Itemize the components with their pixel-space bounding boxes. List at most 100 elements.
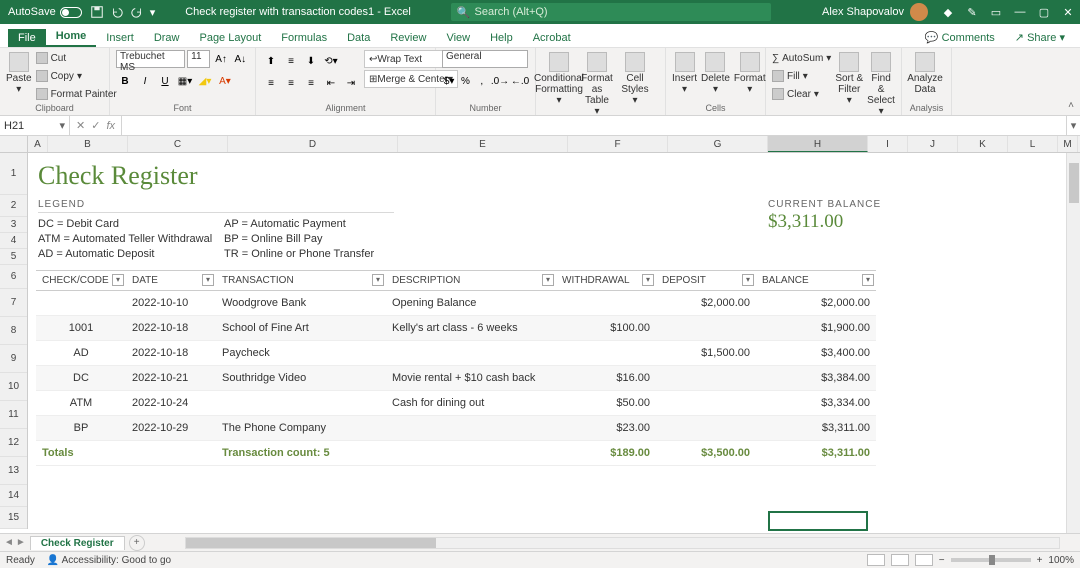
qat-dropdown-icon[interactable]: ▾ bbox=[150, 6, 156, 19]
increase-decimal-button[interactable]: .0→ bbox=[491, 72, 509, 90]
table-header[interactable]: DESCRIPTION▾ bbox=[386, 271, 556, 291]
filter-dropdown-icon[interactable]: ▾ bbox=[542, 274, 554, 286]
table-row[interactable]: 10012022-10-18School of Fine ArtKelly's … bbox=[36, 316, 876, 341]
zoom-in-button[interactable]: + bbox=[1037, 555, 1043, 566]
row-header-6[interactable]: 6 bbox=[0, 265, 27, 289]
vertical-scrollbar[interactable] bbox=[1066, 153, 1080, 533]
save-icon[interactable] bbox=[90, 5, 104, 19]
row-header-13[interactable]: 13 bbox=[0, 457, 27, 485]
align-top-button[interactable]: ⬆ bbox=[262, 52, 280, 70]
table-row[interactable]: BP2022-10-29The Phone Company$23.00$3,31… bbox=[36, 416, 876, 441]
align-left-button[interactable]: ≡ bbox=[262, 74, 280, 92]
tab-help[interactable]: Help bbox=[480, 29, 523, 47]
tab-home[interactable]: Home bbox=[46, 27, 97, 47]
table-header[interactable]: DEPOSIT▾ bbox=[656, 271, 756, 291]
row-header-9[interactable]: 9 bbox=[0, 345, 27, 373]
delete-cells-button[interactable]: Delete▾ bbox=[701, 50, 730, 95]
filter-dropdown-icon[interactable]: ▾ bbox=[742, 274, 754, 286]
col-header-F[interactable]: F bbox=[568, 136, 668, 152]
autosum-button[interactable]: ∑AutoSum ▾ bbox=[772, 50, 831, 66]
align-right-button[interactable]: ≡ bbox=[302, 74, 320, 92]
table-header[interactable]: DATE▾ bbox=[126, 271, 216, 291]
table-header[interactable]: BALANCE▾ bbox=[756, 271, 876, 291]
table-row[interactable]: 2022-10-10Woodgrove BankOpening Balance$… bbox=[36, 291, 876, 316]
conditional-formatting-button[interactable]: Conditional Formatting▾ bbox=[542, 50, 576, 106]
italic-button[interactable]: I bbox=[136, 72, 154, 90]
col-header-B[interactable]: B bbox=[48, 136, 128, 152]
col-header-A[interactable]: A bbox=[28, 136, 48, 152]
fill-button[interactable]: Fill ▾ bbox=[772, 68, 831, 84]
font-name-select[interactable]: Trebuchet MS bbox=[116, 50, 185, 68]
tab-page-layout[interactable]: Page Layout bbox=[189, 29, 271, 47]
horizontal-scrollbar[interactable] bbox=[185, 537, 1060, 549]
page-break-view-button[interactable] bbox=[915, 554, 933, 566]
col-header-C[interactable]: C bbox=[128, 136, 228, 152]
accounting-button[interactable]: $▾ bbox=[442, 72, 456, 90]
filter-dropdown-icon[interactable]: ▾ bbox=[372, 274, 384, 286]
border-button[interactable]: ▦▾ bbox=[176, 72, 194, 90]
font-color-button[interactable]: A▾ bbox=[216, 72, 234, 90]
cancel-formula-icon[interactable]: ✕ bbox=[76, 119, 85, 132]
format-cells-button[interactable]: Format▾ bbox=[734, 50, 766, 95]
search-box[interactable]: 🔍 Search (Alt+Q) bbox=[451, 3, 771, 21]
row-header-3[interactable]: 3 bbox=[0, 217, 27, 233]
table-header[interactable]: WITHDRAWAL▾ bbox=[556, 271, 656, 291]
table-row[interactable]: ATM2022-10-24Cash for dining out$50.00$3… bbox=[36, 391, 876, 416]
collapse-ribbon-icon[interactable]: ˄ bbox=[1068, 100, 1074, 111]
increase-font-button[interactable]: A↑ bbox=[212, 50, 229, 68]
user-account[interactable]: Alex Shapovalov bbox=[822, 3, 928, 21]
formula-input[interactable] bbox=[122, 116, 1066, 135]
table-header[interactable]: CHECK/CODE▾ bbox=[36, 271, 126, 291]
align-bottom-button[interactable]: ⬇ bbox=[302, 52, 320, 70]
align-middle-button[interactable]: ≡ bbox=[282, 52, 300, 70]
minimize-button[interactable]: — bbox=[1012, 4, 1028, 20]
page-layout-view-button[interactable] bbox=[891, 554, 909, 566]
decrease-indent-button[interactable]: ⇤ bbox=[322, 74, 340, 92]
diamond-icon[interactable]: ◆ bbox=[940, 4, 956, 20]
tab-review[interactable]: Review bbox=[380, 29, 436, 47]
row-header-7[interactable]: 7 bbox=[0, 289, 27, 317]
row-header-14[interactable]: 14 bbox=[0, 485, 27, 507]
tab-acrobat[interactable]: Acrobat bbox=[523, 29, 581, 47]
col-header-E[interactable]: E bbox=[398, 136, 568, 152]
table-row[interactable]: DC2022-10-21Southridge VideoMovie rental… bbox=[36, 366, 876, 391]
enter-formula-icon[interactable]: ✓ bbox=[91, 119, 100, 132]
zoom-level[interactable]: 100% bbox=[1048, 555, 1074, 566]
ribbon-display-icon[interactable]: ▭ bbox=[988, 4, 1004, 20]
fx-icon[interactable]: fx bbox=[106, 120, 115, 132]
table-row[interactable]: AD2022-10-18Paycheck$1,500.00$3,400.00 bbox=[36, 341, 876, 366]
row-header-15[interactable]: 15 bbox=[0, 507, 27, 529]
col-header-L[interactable]: L bbox=[1008, 136, 1058, 152]
add-sheet-button[interactable]: + bbox=[129, 535, 145, 551]
clear-button[interactable]: Clear ▾ bbox=[772, 86, 831, 102]
autosave-toggle[interactable]: AutoSave bbox=[8, 6, 82, 18]
close-button[interactable]: ✕ bbox=[1060, 4, 1076, 20]
redo-icon[interactable] bbox=[130, 5, 144, 19]
tab-formulas[interactable]: Formulas bbox=[271, 29, 337, 47]
row-header-2[interactable]: 2 bbox=[0, 195, 27, 217]
decrease-decimal-button[interactable]: ←.0 bbox=[511, 72, 529, 90]
row-header-12[interactable]: 12 bbox=[0, 429, 27, 457]
font-size-select[interactable]: 11 bbox=[187, 50, 210, 68]
sheet-nav-prev-icon[interactable]: ◄ bbox=[4, 537, 14, 548]
sheet-tab-check-register[interactable]: Check Register bbox=[30, 536, 125, 550]
col-header-M[interactable]: M bbox=[1058, 136, 1078, 152]
zoom-slider[interactable] bbox=[951, 558, 1031, 562]
pen-icon[interactable]: ✎ bbox=[964, 4, 980, 20]
filter-dropdown-icon[interactable]: ▾ bbox=[202, 274, 214, 286]
normal-view-button[interactable] bbox=[867, 554, 885, 566]
fill-color-button[interactable]: ◢▾ bbox=[196, 72, 214, 90]
col-header-G[interactable]: G bbox=[668, 136, 768, 152]
select-all-corner[interactable] bbox=[0, 136, 28, 152]
scrollbar-thumb[interactable] bbox=[1069, 163, 1079, 203]
format-as-table-button[interactable]: Format as Table▾ bbox=[580, 50, 614, 116]
tab-draw[interactable]: Draw bbox=[144, 29, 190, 47]
undo-icon[interactable] bbox=[110, 5, 124, 19]
bold-button[interactable]: B bbox=[116, 72, 134, 90]
tab-data[interactable]: Data bbox=[337, 29, 380, 47]
col-header-J[interactable]: J bbox=[908, 136, 958, 152]
align-center-button[interactable]: ≡ bbox=[282, 74, 300, 92]
row-header-4[interactable]: 4 bbox=[0, 233, 27, 249]
row-header-5[interactable]: 5 bbox=[0, 249, 27, 265]
expand-formula-bar-icon[interactable]: ▾ bbox=[1066, 116, 1080, 135]
